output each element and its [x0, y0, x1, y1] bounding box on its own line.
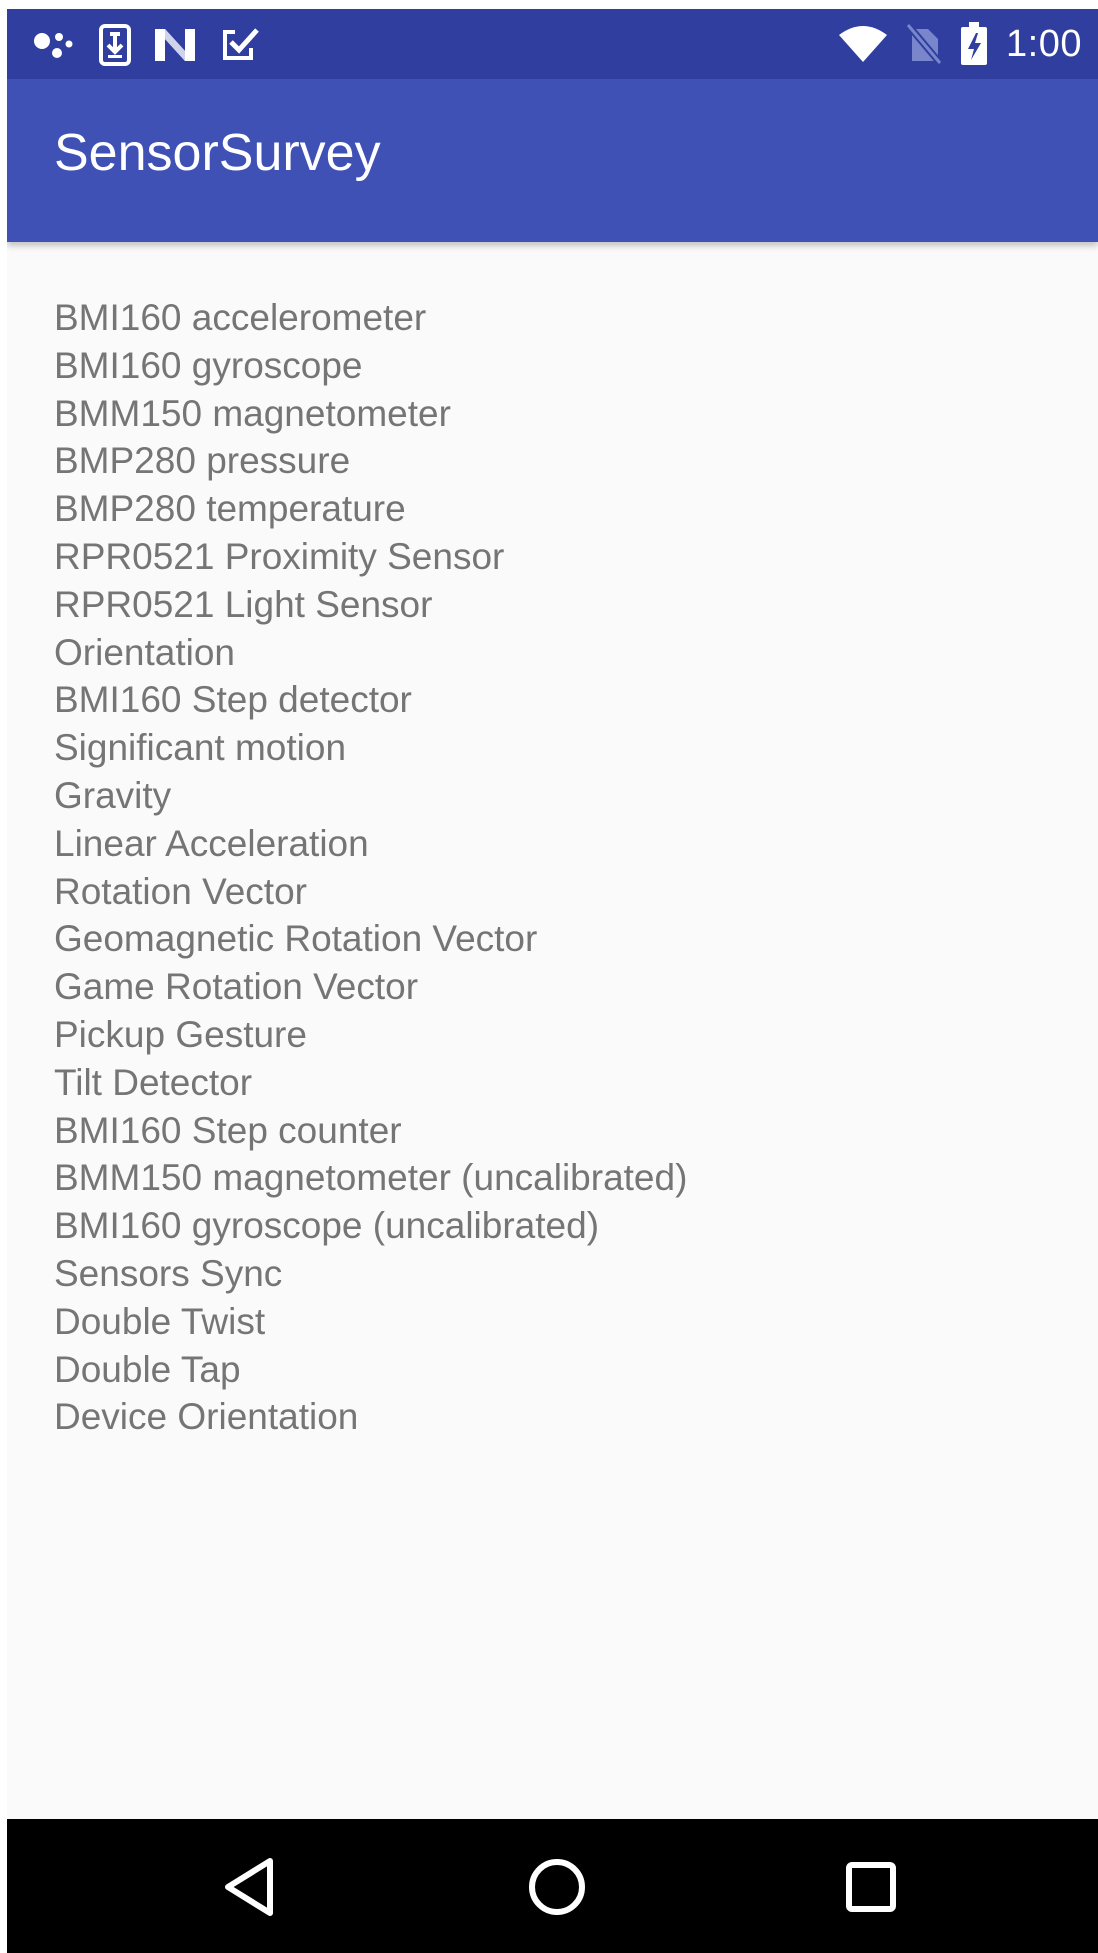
sensor-item: Double Tap	[54, 1348, 241, 1390]
sensor-item: BMP280 pressure	[54, 440, 351, 482]
n-logo-icon	[153, 27, 197, 63]
sensor-item: Sensors Sync	[54, 1252, 283, 1294]
sensor-item: Device Orientation	[54, 1396, 359, 1438]
sensor-item: Orientation	[54, 631, 235, 673]
sensor-item: BMM150 magnetometer	[54, 392, 451, 434]
system-icons: 1:00	[838, 19, 1082, 69]
phone-screen: 1:00 SensorSurvey BMI160 accelerometer B…	[7, 9, 1098, 1953]
sensor-item: Rotation Vector	[54, 870, 307, 912]
assistant-dots-icon	[33, 27, 77, 63]
sensor-list: BMI160 accelerometer BMI160 gyroscope BM…	[54, 294, 1054, 1441]
back-button[interactable]	[214, 1852, 284, 1922]
status-bar: 1:00	[7, 9, 1098, 79]
home-button[interactable]	[522, 1852, 592, 1922]
checkbox-check-icon	[219, 26, 259, 64]
back-icon	[225, 1858, 273, 1916]
sensor-item: Pickup Gesture	[54, 1013, 307, 1055]
sensor-item: BMI160 gyroscope	[54, 344, 363, 386]
app-bar: SensorSurvey	[7, 79, 1098, 242]
recents-icon	[846, 1862, 896, 1912]
sensor-item: Double Twist	[54, 1300, 266, 1342]
sensor-item: Gravity	[54, 774, 172, 816]
download-icon	[99, 24, 131, 66]
status-time: 1:00	[1006, 22, 1082, 65]
sensor-item: RPR0521 Proximity Sensor	[54, 535, 505, 577]
wifi-icon	[838, 25, 888, 63]
sensor-item: Linear Acceleration	[54, 822, 369, 864]
sensor-item: Tilt Detector	[54, 1061, 253, 1103]
sensor-item: BMP280 temperature	[54, 488, 406, 530]
recents-button[interactable]	[836, 1852, 906, 1922]
notification-icons	[33, 23, 259, 67]
battery-charging-icon	[960, 22, 988, 66]
sensor-item: Significant motion	[54, 727, 347, 769]
app-title: SensorSurvey	[54, 124, 381, 182]
sensor-item: BMI160 gyroscope (uncalibrated)	[54, 1205, 600, 1247]
sensor-item: BMI160 Step counter	[54, 1109, 402, 1151]
sensor-item: Geomagnetic Rotation Vector	[54, 918, 538, 960]
navigation-bar	[7, 1819, 1098, 1953]
sensor-item: Game Rotation Vector	[54, 966, 419, 1008]
sensor-item: RPR0521 Light Sensor	[54, 583, 433, 625]
no-sim-icon	[906, 23, 943, 65]
sensor-item: BMI160 Step detector	[54, 679, 412, 721]
home-icon	[529, 1859, 585, 1915]
sensor-item: BMM150 magnetometer (uncalibrated)	[54, 1157, 688, 1199]
sensor-item: BMI160 accelerometer	[54, 297, 427, 338]
